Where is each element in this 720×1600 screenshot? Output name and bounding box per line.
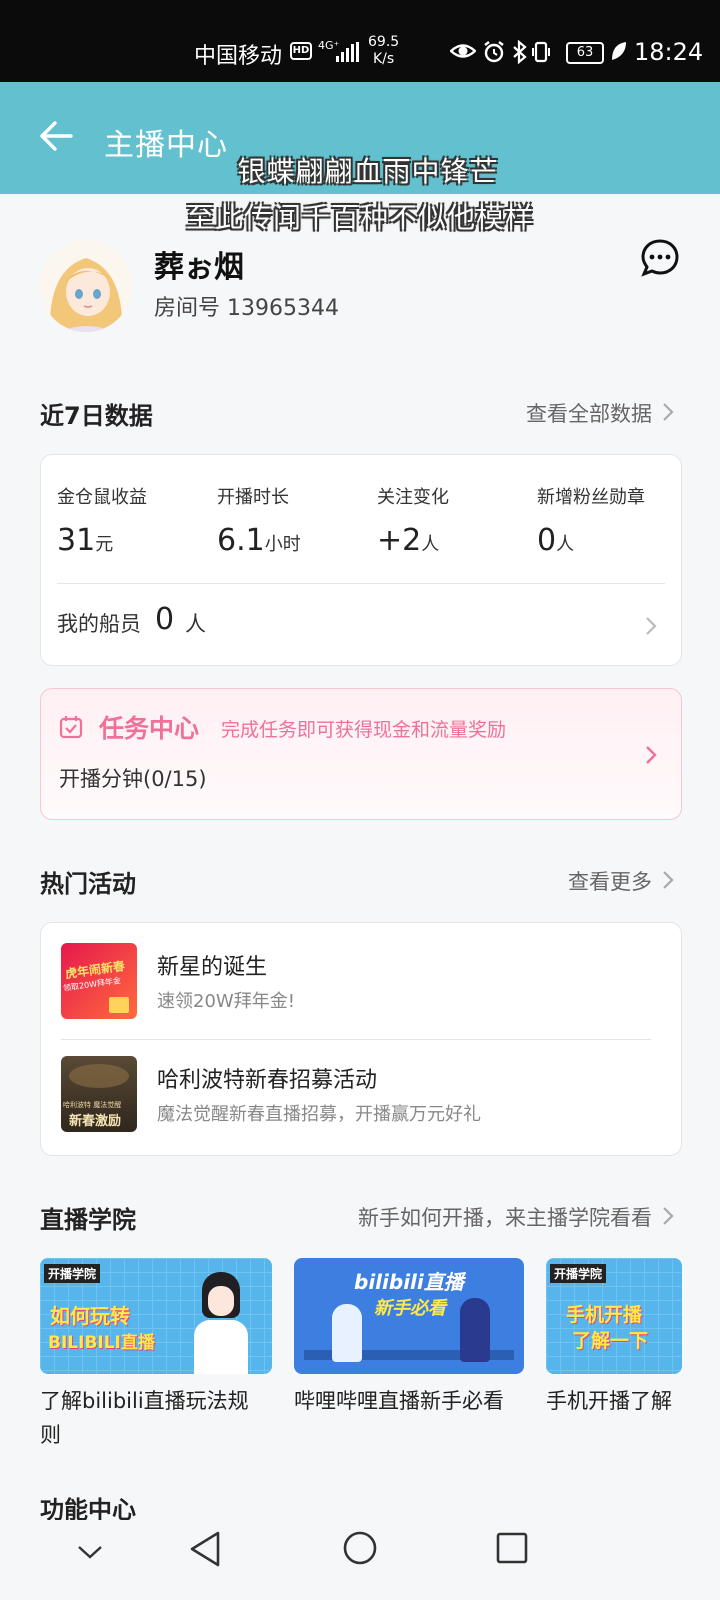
system-nav-bar: [0, 1520, 720, 1600]
stat-value: 0: [537, 523, 557, 558]
stat-value: 6.1: [217, 523, 265, 558]
crew-label: 我的船员: [57, 612, 141, 636]
course-caption[interactable]: 手机开播了解: [546, 1384, 686, 1418]
chevron-down-icon[interactable]: [76, 1542, 104, 1562]
crew-count: 0: [155, 602, 175, 637]
course-caption[interactable]: 了解bilibili直播玩法规 则: [40, 1384, 276, 1452]
thumb-text: 新春激励: [69, 1114, 122, 1129]
stat-unit: 元: [95, 534, 114, 555]
task-center-subtitle: 完成任务即可获得现金和流量奖励: [221, 719, 507, 741]
hd-badge: HD: [290, 42, 312, 60]
lyric-overlay-line2: 至此传闻千百种不似他模样: [185, 201, 534, 234]
message-button[interactable]: [640, 238, 680, 278]
course-caption[interactable]: 哔哩哔哩直播新手必看: [294, 1384, 504, 1418]
course-thumbnail[interactable]: bilibili直播 新手必看: [294, 1258, 524, 1374]
status-bar: 中国移动 HD 4G⁺ 69.5 K/s 63 18:24: [0, 0, 720, 82]
character-icon: [460, 1298, 490, 1362]
lyric-overlay-line1: 银蝶翩翩血雨中锋芒: [237, 155, 499, 188]
stat-value: +2: [377, 523, 422, 558]
stat-live-duration: 开播时长 6.1小时: [217, 483, 301, 558]
alarm-icon: [482, 40, 506, 70]
my-crew-row[interactable]: 我的船员 0 人: [41, 584, 681, 666]
stat-unit: 人: [421, 534, 440, 555]
course-caption-line: 则: [40, 1423, 61, 1447]
stat-label: 开播时长: [217, 487, 289, 508]
battery-icon: 63: [566, 42, 604, 64]
room-number: 房间号 13965344: [154, 296, 339, 321]
nav-back-icon[interactable]: [188, 1530, 222, 1568]
stat-unit: 人: [556, 534, 575, 555]
hot-activities-title: 热门活动: [40, 870, 136, 898]
back-button[interactable]: [38, 118, 76, 154]
weekly-stats-card: 金仓鼠收益 31元 开播时长 6.1小时 关注变化 +2人 新增粉丝勋章 0人 …: [40, 454, 682, 666]
task-progress: 开播分钟(0/15): [59, 767, 207, 791]
weekly-data-title: 近7日数据: [40, 402, 153, 430]
activity-thumbnail: 虎年闹新春 领取20W拜年金: [61, 943, 137, 1019]
stat-label: 关注变化: [377, 487, 449, 508]
course-thumbnail[interactable]: 开播学院 如何玩转 BILIBILI直播: [40, 1258, 272, 1374]
speed-value: 69.5: [368, 34, 400, 50]
thumb-text: 如何玩转: [50, 1304, 130, 1328]
chevron-right-icon: [663, 871, 674, 889]
avatar[interactable]: [40, 240, 132, 332]
bluetooth-icon: [512, 39, 528, 70]
thumb-text: bilibili直播: [354, 1270, 464, 1294]
activities-card: 虎年闹新春 领取20W拜年金 新星的诞生 速领20W拜年金! 哈利波特 魔法觉醒…: [40, 922, 682, 1156]
clock: 18:24: [634, 38, 704, 66]
chevron-right-icon: [663, 403, 674, 421]
academy-link[interactable]: 新手如何开播，来主播学院看看: [358, 1202, 652, 1232]
view-all-data-link[interactable]: 查看全部数据: [526, 398, 652, 428]
chevron-right-icon: [646, 617, 657, 635]
task-center-title: 任务中心: [99, 714, 200, 743]
activity-title: 哈利波特新春招募活动: [157, 1068, 378, 1093]
activity-title: 新星的诞生: [157, 955, 268, 980]
view-more-link[interactable]: 查看更多: [568, 866, 652, 896]
character-icon: [332, 1304, 362, 1362]
signal-icon: [336, 42, 360, 62]
carrier-name: 中国移动: [194, 44, 283, 69]
activity-item[interactable]: 哈利波特 魔法觉醒 新春激励 哈利波特新春招募活动 魔法觉醒新春直播招募，开播赢…: [41, 1040, 681, 1156]
course-caption-line: 了解bilibili直播玩法规: [40, 1389, 249, 1413]
network-speed: 69.5 K/s: [368, 34, 399, 68]
eye-icon: [449, 40, 477, 68]
thumb-text: 手机开播: [566, 1304, 643, 1326]
stat-label: 新增粉丝勋章: [537, 487, 645, 508]
nav-recents-icon[interactable]: [496, 1532, 528, 1564]
streamer-photo-icon: [190, 1266, 252, 1374]
stat-value: 31: [57, 523, 96, 558]
thumb-text: 哈利波特 魔法觉醒: [63, 1101, 122, 1109]
activity-thumbnail: 哈利波特 魔法觉醒 新春激励: [61, 1056, 137, 1132]
streamer-name: 葬ぉ烟: [154, 250, 244, 285]
thumb-text: 开播学院: [550, 1264, 607, 1283]
calendar-check-icon: [59, 716, 83, 739]
activity-subtitle: 速领20W拜年金!: [157, 991, 295, 1012]
activity-item[interactable]: 虎年闹新春 领取20W拜年金 新星的诞生 速领20W拜年金!: [41, 923, 681, 1039]
gift-icon: [109, 997, 129, 1013]
chevron-right-icon: [663, 1207, 674, 1225]
arrow-left-icon: [40, 121, 73, 151]
vibrate-icon: [532, 40, 550, 70]
stat-earnings: 金仓鼠收益 31元: [57, 483, 147, 558]
activity-subtitle: 魔法觉醒新春直播招募，开播赢万元好礼: [157, 1104, 481, 1125]
task-center-card[interactable]: 任务中心 完成任务即可获得现金和流量奖励 开播分钟(0/15): [40, 688, 682, 820]
live-academy-title: 直播学院: [40, 1206, 136, 1234]
castle-icon: [69, 1064, 129, 1088]
stat-label: 金仓鼠收益: [57, 487, 147, 508]
thumb-text: 新手必看: [374, 1298, 446, 1319]
thumb-text: 了解一下: [572, 1330, 649, 1352]
nav-home-icon[interactable]: [342, 1530, 378, 1566]
speed-unit: K/s: [372, 51, 395, 67]
chat-bubble-icon: [641, 239, 679, 277]
stat-unit: 小时: [264, 534, 301, 555]
thumb-text: BILIBILI直播: [48, 1333, 155, 1353]
thumb-text: 开播学院: [44, 1264, 101, 1283]
crew-unit: 人: [185, 612, 206, 636]
course-thumbnail[interactable]: 开播学院 手机开播 了解一下: [546, 1258, 682, 1374]
stat-new-fan-medals: 新增粉丝勋章 0人: [537, 483, 645, 558]
stat-follow-change: 关注变化 +2人: [377, 483, 449, 558]
leaf-icon: [610, 40, 628, 68]
chevron-right-icon: [646, 746, 657, 764]
